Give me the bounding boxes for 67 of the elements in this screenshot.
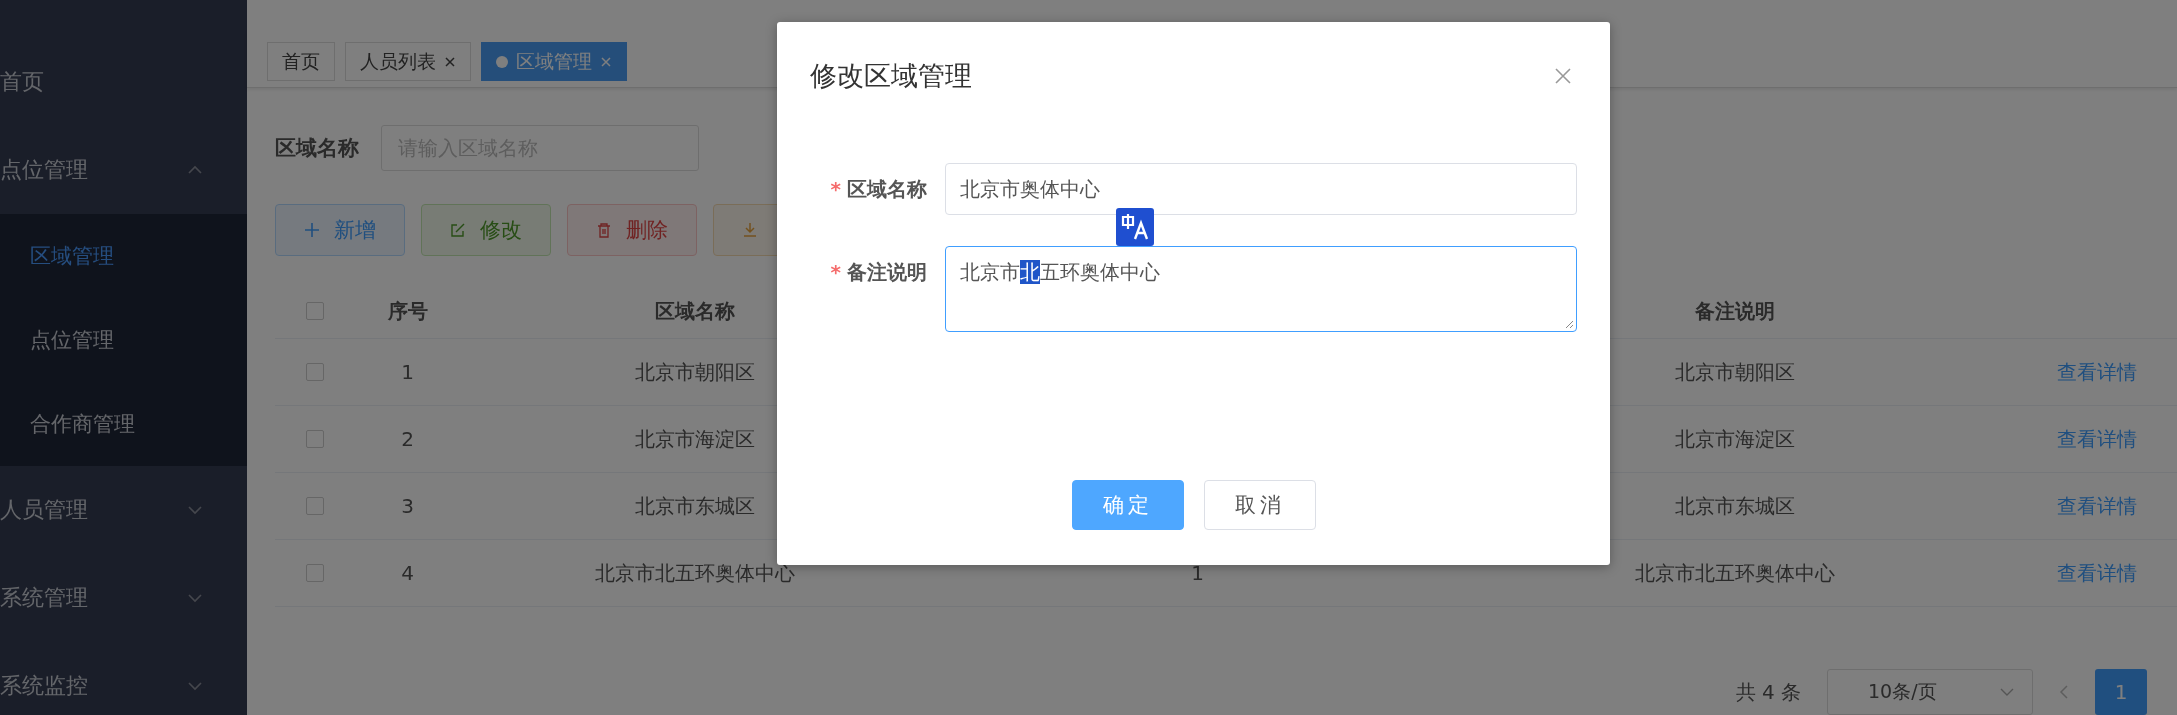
menu-item[interactable]: 首页 <box>0 38 247 126</box>
total-count: 共 4 条 <box>1735 678 1801 706</box>
details-link[interactable]: 查看详情 <box>2057 425 2137 453</box>
chevron-down-icon <box>2000 687 2014 697</box>
chevron-down-icon <box>187 505 203 515</box>
text-selection: 北 <box>1020 260 1040 284</box>
row-checkbox[interactable] <box>306 564 324 582</box>
submenu-item[interactable]: 区域管理 <box>0 214 247 298</box>
required-mark: * <box>830 260 841 284</box>
details-link[interactable]: 查看详情 <box>2057 358 2137 386</box>
submenu-item[interactable]: 合作商管理 <box>0 382 247 466</box>
table-cell: 北京市朝阳区 <box>635 358 755 386</box>
download-icon <box>742 222 758 238</box>
plus-icon <box>304 222 320 238</box>
column-header: 序号 <box>387 297 428 325</box>
delete-button[interactable]: 删除 <box>567 204 697 256</box>
search-label: 区域名称 <box>275 135 359 162</box>
menu-item[interactable]: 系统监控 <box>0 642 247 715</box>
table-cell: 1 <box>1191 561 1204 585</box>
dialog-title: 修改区域管理 <box>810 59 972 93</box>
edit-icon <box>450 222 466 238</box>
close-icon[interactable] <box>1554 67 1572 85</box>
tab[interactable]: 首页 <box>267 42 335 81</box>
field-label: 备注说明 <box>847 258 927 286</box>
table-cell: 北京市北五环奥体中心 <box>1635 559 1835 587</box>
input-field[interactable]: 北京市奥体中心 <box>945 163 1577 215</box>
table-cell: 北京市北五环奥体中心 <box>595 559 795 587</box>
row-checkbox[interactable] <box>306 497 324 515</box>
column-header: 备注说明 <box>1695 297 1775 325</box>
cancel-button[interactable]: 取消 <box>1203 480 1316 530</box>
row-checkbox[interactable] <box>306 363 324 381</box>
header-checkbox[interactable] <box>306 302 324 320</box>
tab[interactable]: 人员列表 <box>345 42 471 81</box>
add-button[interactable]: 新增 <box>275 204 405 256</box>
menu-item[interactable]: 系统管理 <box>0 554 247 642</box>
table-cell: 北京市东城区 <box>635 492 755 520</box>
field-label: 区域名称 <box>847 175 927 203</box>
tab[interactable]: 区域管理 <box>481 42 627 81</box>
row-checkbox[interactable] <box>306 430 324 448</box>
menu-item[interactable]: 人员管理 <box>0 466 247 554</box>
table-cell-text: 4 <box>400 560 415 587</box>
submenu-item[interactable]: 点位管理 <box>0 298 247 382</box>
page-button[interactable]: 1 <box>2095 669 2147 715</box>
chevron-down-icon <box>187 681 203 691</box>
table-cell-text: 1 <box>400 359 415 386</box>
table-cell: 北京市海淀区 <box>1675 425 1795 453</box>
chevron-down-icon <box>187 593 203 603</box>
translate-icon[interactable] <box>1116 208 1154 246</box>
details-link[interactable]: 查看详情 <box>2057 559 2137 587</box>
table-cell-text: 3 <box>400 493 415 520</box>
trash-icon <box>596 222 612 238</box>
chevron-up-icon <box>187 165 203 175</box>
table-cell: 北京市海淀区 <box>635 425 755 453</box>
table-cell: 北京市朝阳区 <box>1675 358 1795 386</box>
column-header: 区域名称 <box>655 297 735 325</box>
required-mark: * <box>830 177 841 201</box>
page-size-select[interactable]: 10条/页 <box>1827 669 2033 715</box>
table-cell-text: 2 <box>400 426 415 453</box>
table-cell: 北京市东城区 <box>1675 492 1795 520</box>
menu-item[interactable]: 点位管理 <box>0 126 247 214</box>
previous-page-icon[interactable] <box>2059 684 2069 700</box>
textarea-field[interactable]: 北京市北五环奥体中心 <box>945 246 1577 332</box>
resize-handle-icon[interactable] <box>1564 319 1574 329</box>
confirm-button[interactable]: 确定 <box>1071 480 1184 530</box>
details-link[interactable]: 查看详情 <box>2057 492 2137 520</box>
close-icon[interactable] <box>444 55 456 68</box>
edit-button[interactable]: 修改 <box>421 204 551 256</box>
